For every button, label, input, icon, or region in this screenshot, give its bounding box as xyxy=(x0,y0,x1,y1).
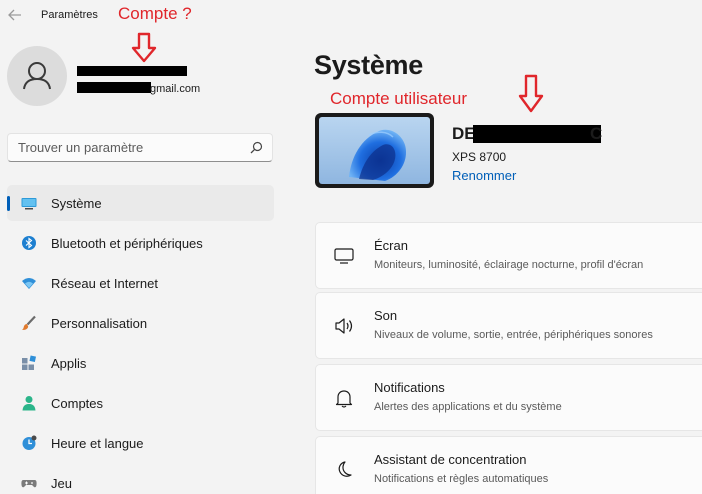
sidebar-item-personnalisation[interactable]: Personnalisation xyxy=(7,305,274,341)
avatar[interactable] xyxy=(7,46,67,106)
sidebar-item-label: Bluetooth et périphériques xyxy=(51,236,203,251)
account-email: gmail.com xyxy=(77,82,200,95)
page-title: Système xyxy=(314,50,423,80)
sidebar-item-jeu[interactable]: Jeu xyxy=(7,465,274,494)
gamepad-icon xyxy=(21,480,37,488)
card-title: Écran xyxy=(374,238,408,253)
clock-globe-icon xyxy=(22,435,37,450)
rename-link[interactable]: Renommer xyxy=(452,168,516,183)
red-down-arrow-icon xyxy=(131,32,157,63)
back-arrow-icon xyxy=(8,9,21,21)
speaker-icon xyxy=(335,318,353,334)
search-box[interactable] xyxy=(7,133,273,162)
apps-icon xyxy=(22,355,37,370)
device-name-suffix: C xyxy=(590,124,603,143)
setting-card-son[interactable]: Son Niveaux de volume, sortie, entrée, p… xyxy=(315,292,702,359)
device-name: DE C xyxy=(452,124,602,144)
setting-card-ecran[interactable]: Écran Moniteurs, luminosité, éclairage n… xyxy=(315,222,702,289)
sidebar-item-applis[interactable]: Applis xyxy=(7,345,274,381)
setting-card-notifications[interactable]: Notifications Alertes des applications e… xyxy=(315,364,702,431)
device-name-redaction xyxy=(473,125,601,143)
sidebar-item-label: Heure et langue xyxy=(51,436,144,451)
card-title: Assistant de concentration xyxy=(374,452,527,467)
sidebar-item-label: Réseau et Internet xyxy=(51,276,158,291)
account-email-domain: gmail.com xyxy=(150,83,201,95)
search-input[interactable] xyxy=(8,134,238,161)
setting-card-concentration[interactable]: Assistant de concentration Notifications… xyxy=(315,436,702,494)
card-description: Niveaux de volume, sortie, entrée, périp… xyxy=(374,329,653,341)
sidebar-item-bluetooth[interactable]: Bluetooth et périphériques xyxy=(7,225,274,261)
app-title: Paramètres xyxy=(41,9,98,21)
sidebar-item-label: Système xyxy=(51,196,102,211)
annotation-account-question: Compte ? xyxy=(118,4,192,23)
sidebar-item-label: Applis xyxy=(51,356,87,371)
sidebar-item-label: Comptes xyxy=(51,396,104,411)
sidebar-item-reseau[interactable]: Réseau et Internet xyxy=(7,265,274,301)
card-title: Notifications xyxy=(374,380,445,395)
sidebar-item-comptes[interactable]: Comptes xyxy=(7,385,274,421)
annotation-user-account: Compte utilisateur xyxy=(330,89,468,108)
back-button[interactable] xyxy=(6,6,26,24)
monitor-icon xyxy=(334,248,354,264)
email-redaction xyxy=(77,82,151,93)
wifi-icon xyxy=(22,278,36,289)
device-thumbnail xyxy=(315,113,434,188)
device-model: XPS 8700 xyxy=(452,150,507,164)
moon-icon xyxy=(338,461,352,477)
red-down-arrow-icon xyxy=(518,74,544,113)
bell-icon xyxy=(335,390,353,408)
card-title: Son xyxy=(374,308,398,323)
active-indicator xyxy=(7,196,10,211)
sidebar-item-label: Personnalisation xyxy=(51,316,148,331)
brush-icon xyxy=(22,315,36,330)
search-icon xyxy=(250,141,263,154)
account-name-redacted xyxy=(77,66,187,76)
card-description: Notifications et règles automatiques xyxy=(374,473,549,485)
sidebar-item-systeme[interactable]: Système xyxy=(7,185,274,221)
account-icon xyxy=(22,396,36,411)
person-icon xyxy=(23,62,51,90)
windows-bloom-wallpaper-icon xyxy=(319,117,430,184)
sidebar-item-heure[interactable]: Heure et langue xyxy=(7,425,274,461)
bluetooth-icon xyxy=(22,236,36,250)
card-description: Moniteurs, luminosité, éclairage nocturn… xyxy=(374,259,644,271)
system-display-icon xyxy=(21,198,37,210)
sidebar-item-label: Jeu xyxy=(51,476,72,491)
card-description: Alertes des applications et du système xyxy=(374,401,562,413)
